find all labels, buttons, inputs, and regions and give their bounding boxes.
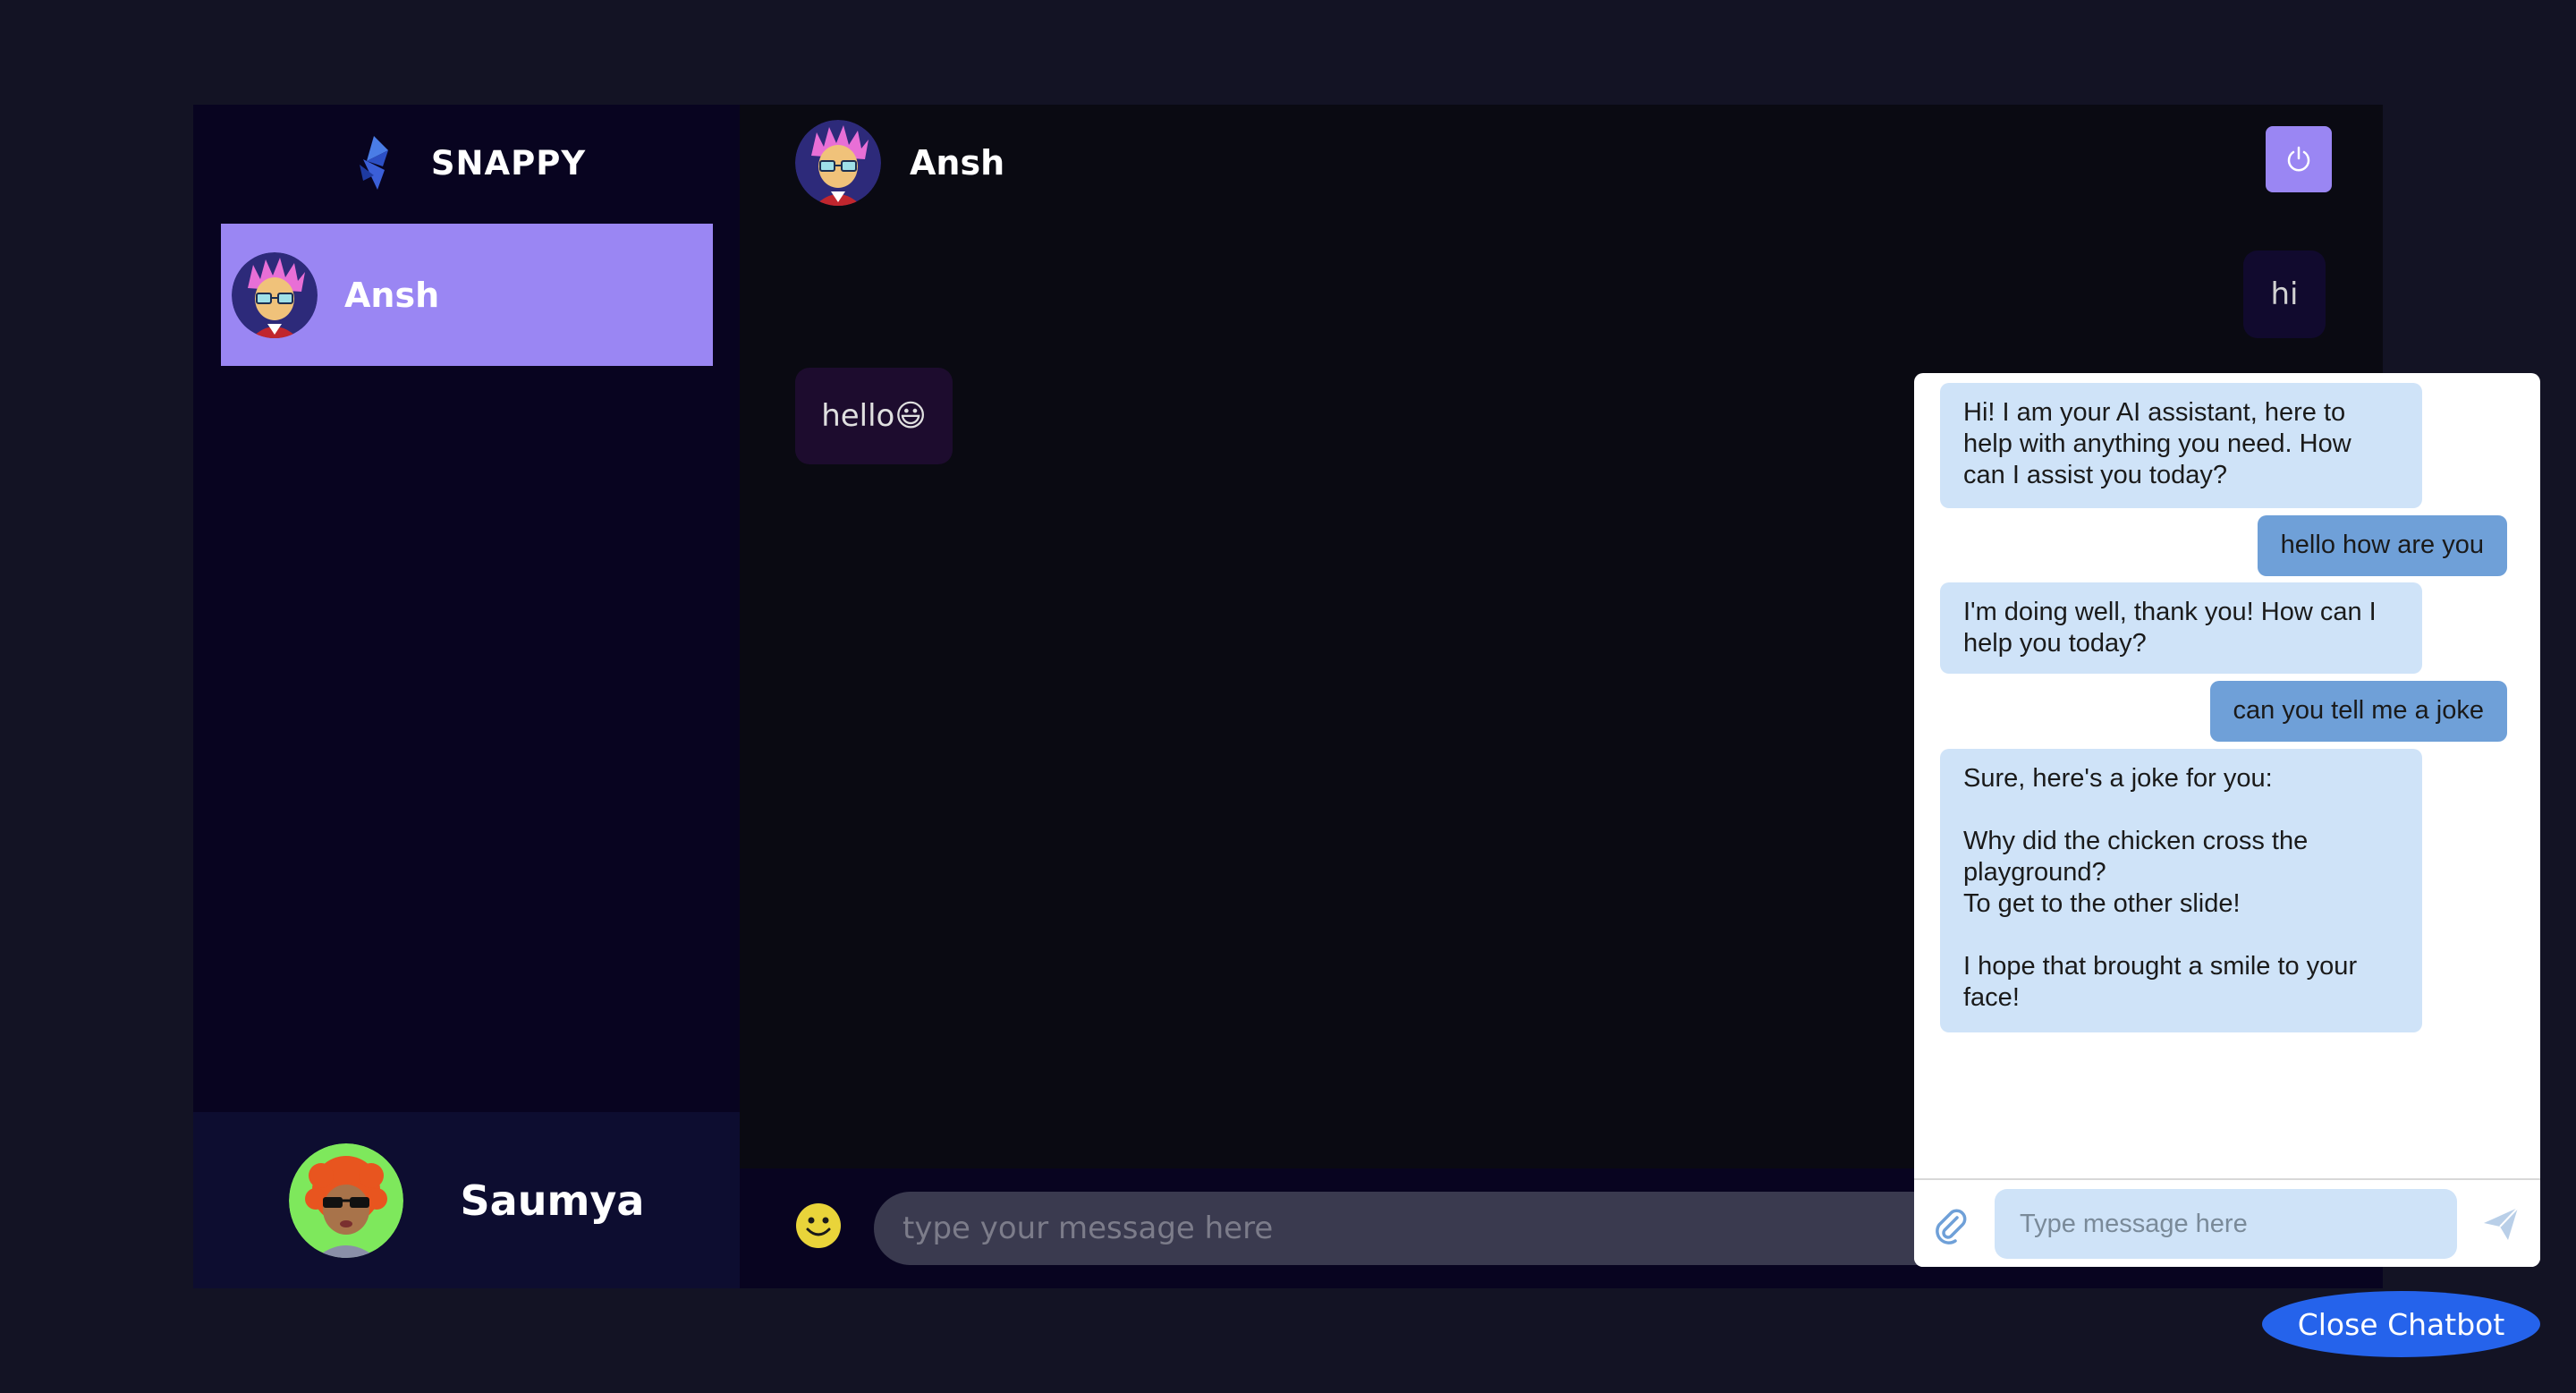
chat-header: Ansh (740, 105, 2383, 221)
send-icon[interactable] (2481, 1204, 2521, 1244)
chatbot-message-bot: Sure, here's a joke for you: Why did the… (1940, 749, 2422, 1032)
logout-button[interactable] (2266, 126, 2332, 192)
brand: SNAPPY (193, 105, 740, 221)
chatbot-message-bot: I'm doing well, thank you! How can I hel… (1940, 582, 2422, 674)
contact-name: Ansh (344, 275, 440, 315)
contact-avatar (232, 251, 318, 338)
contact-item-ansh[interactable]: Ansh (221, 224, 713, 366)
message-received: hello😃 (795, 368, 953, 464)
paperclip-icon[interactable] (1932, 1205, 1968, 1244)
chatbot-message-user: can you tell me a joke (2209, 681, 2507, 742)
chatbot-message-bot: Hi! I am your AI assistant, here to help… (1940, 383, 2422, 508)
close-chatbot-button[interactable]: Close Chatbot (2262, 1291, 2540, 1357)
current-user-name: Saumya (460, 1176, 645, 1225)
smiley-icon[interactable] (795, 1202, 842, 1249)
current-user-panel: Saumya (193, 1112, 740, 1288)
contacts-sidebar: SNAPPY Ansh Saumya (193, 105, 740, 1288)
snappy-logo-icon (359, 136, 388, 190)
chatbot-message-user: hello how are you (2257, 515, 2507, 576)
chatbot-messages: Hi! I am your AI assistant, here to help… (1914, 373, 2540, 1178)
message-input[interactable] (874, 1192, 1992, 1265)
brand-name: SNAPPY (430, 143, 587, 183)
power-icon (2287, 146, 2310, 172)
message-sent: hi (2243, 251, 2326, 338)
chatbot-input-bar (1914, 1178, 2540, 1267)
chatbot-panel: Hi! I am your AI assistant, here to help… (1914, 373, 2540, 1267)
current-user-avatar (288, 1142, 403, 1258)
chat-header-name: Ansh (910, 143, 1005, 183)
chat-header-avatar (795, 120, 881, 206)
chatbot-message-input[interactable] (1995, 1189, 2457, 1259)
